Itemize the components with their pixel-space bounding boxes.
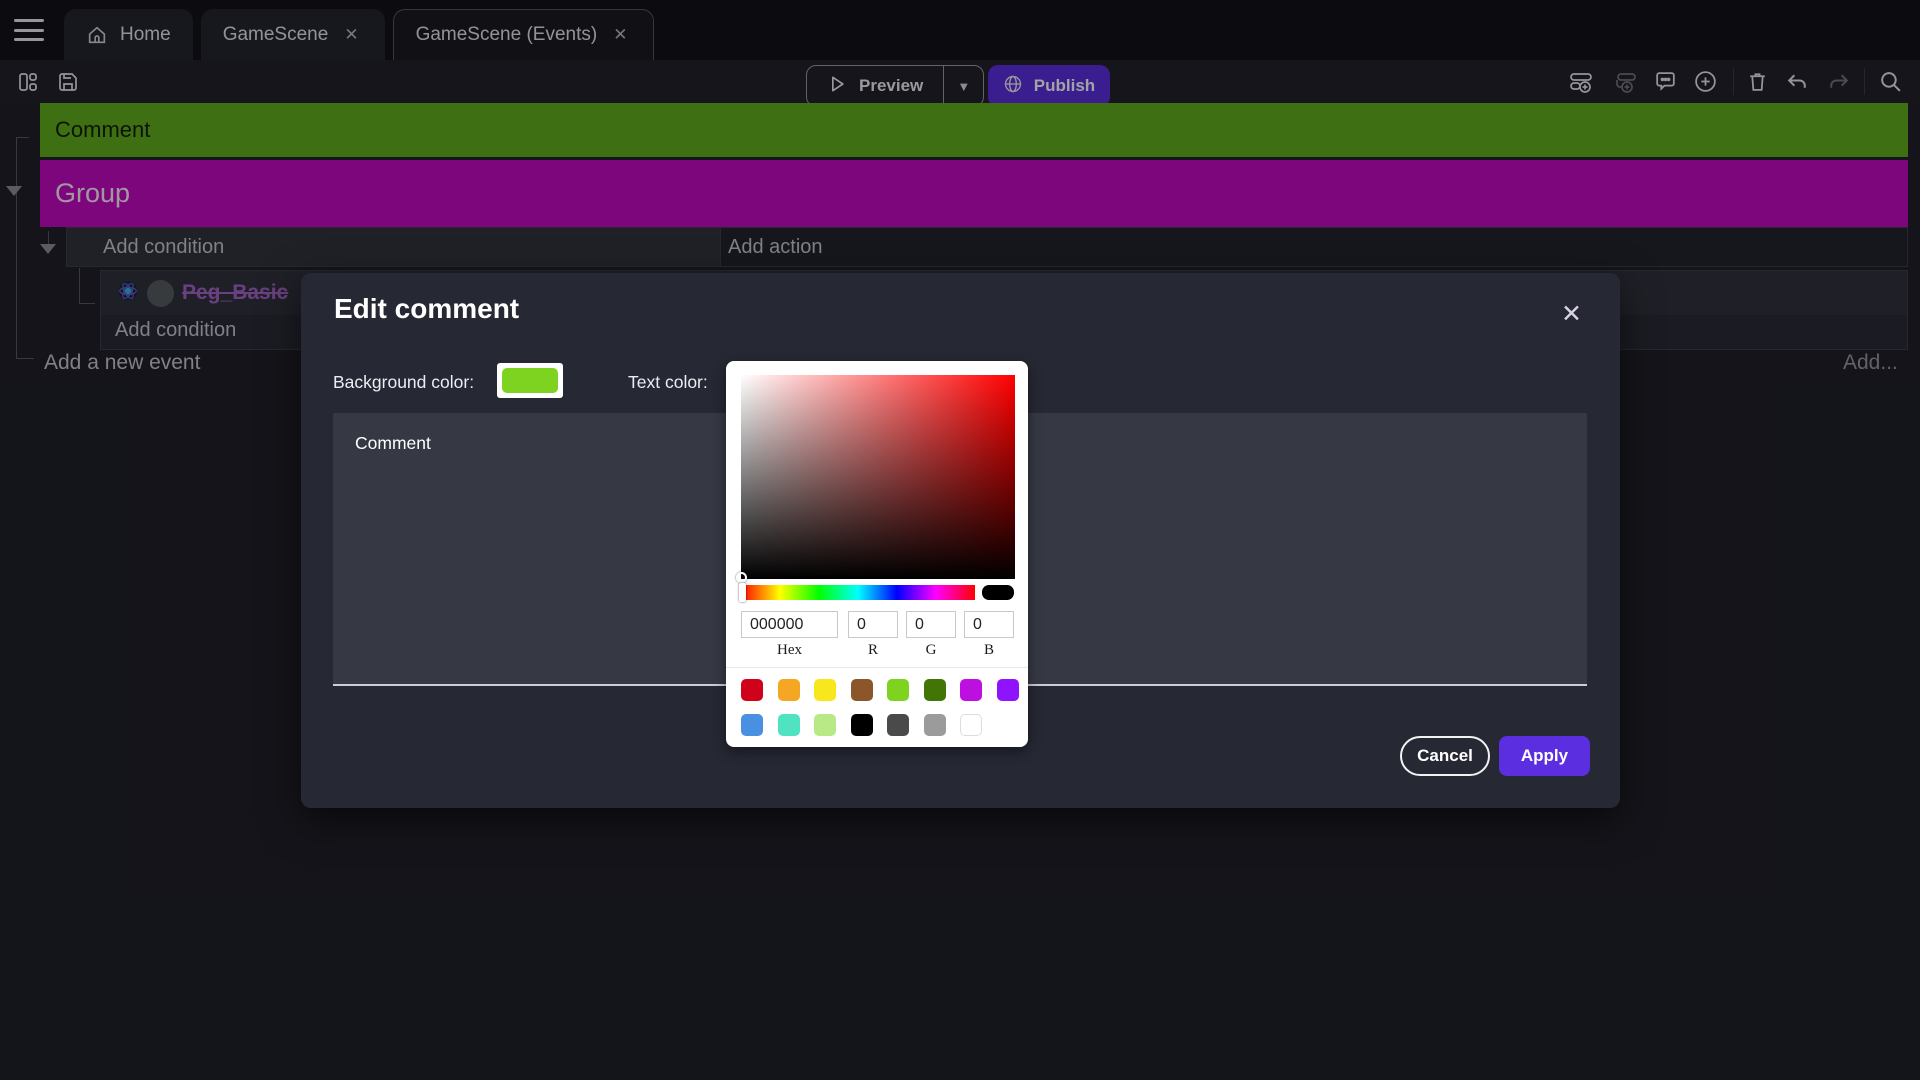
dialog-title: Edit comment — [334, 293, 519, 325]
preset-color-swatch[interactable] — [851, 679, 873, 701]
preset-color-swatch[interactable] — [960, 679, 982, 701]
preset-color-swatch[interactable] — [924, 714, 946, 736]
background-color-swatch[interactable] — [497, 363, 563, 398]
red-label: R — [848, 642, 898, 659]
preset-color-swatch[interactable] — [814, 714, 836, 736]
preset-color-swatch[interactable] — [778, 714, 800, 736]
current-color-preview — [982, 585, 1014, 600]
background-color-value — [502, 368, 558, 393]
cancel-button[interactable]: Cancel — [1400, 736, 1490, 776]
blue-input[interactable] — [964, 611, 1014, 638]
preset-color-swatch[interactable] — [741, 679, 763, 701]
green-label: G — [906, 642, 956, 659]
preset-color-swatch[interactable] — [924, 679, 946, 701]
hex-label: Hex — [741, 642, 838, 659]
preset-colors-row-1 — [741, 679, 1019, 701]
hex-input[interactable] — [741, 611, 838, 638]
apply-button[interactable]: Apply — [1499, 736, 1590, 776]
preset-color-swatch[interactable] — [960, 714, 982, 736]
close-icon[interactable]: ✕ — [1553, 295, 1590, 333]
blue-label: B — [964, 642, 1014, 659]
picker-divider — [726, 667, 1028, 668]
text-color-label: Text color: — [628, 372, 708, 393]
hue-slider[interactable] — [741, 585, 975, 600]
saturation-value-area[interactable] — [741, 375, 1015, 579]
green-input[interactable] — [906, 611, 956, 638]
color-picker-popup: Hex R G B — [726, 361, 1028, 747]
background-color-label: Background color: — [333, 372, 474, 393]
preset-color-swatch[interactable] — [887, 679, 909, 701]
color-cursor[interactable] — [736, 572, 747, 583]
preset-color-swatch[interactable] — [887, 714, 909, 736]
red-input[interactable] — [848, 611, 898, 638]
hue-slider-handle[interactable] — [739, 583, 746, 602]
preset-colors-row-2 — [741, 714, 982, 736]
preset-color-swatch[interactable] — [997, 679, 1019, 701]
preset-color-swatch[interactable] — [778, 679, 800, 701]
preset-color-swatch[interactable] — [741, 714, 763, 736]
preset-color-swatch[interactable] — [814, 679, 836, 701]
preset-color-swatch[interactable] — [851, 714, 873, 736]
